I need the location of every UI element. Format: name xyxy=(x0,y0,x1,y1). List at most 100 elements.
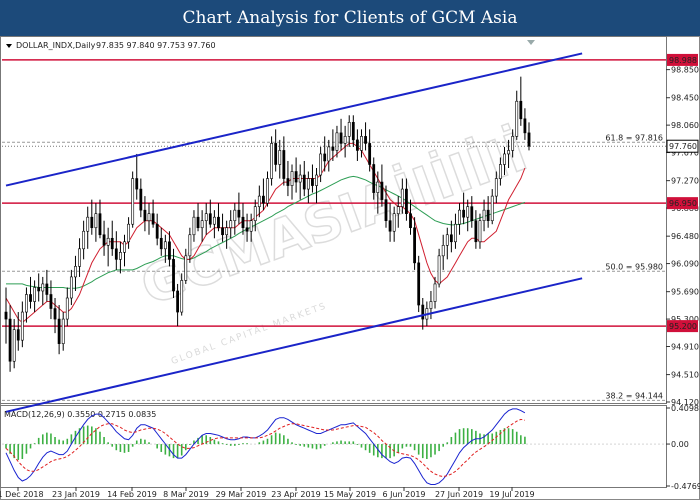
time-tick-label: 6 Jun 2019 xyxy=(382,490,425,499)
candle-body xyxy=(409,213,412,229)
candle-body xyxy=(4,311,8,320)
price-tick-label: 98.850 xyxy=(671,66,699,75)
time-tick-label: 31 Dec 2018 xyxy=(0,490,44,499)
candle-body xyxy=(490,195,494,222)
candle-body xyxy=(400,188,404,207)
candle-body xyxy=(449,234,453,243)
candle-body xyxy=(208,213,212,225)
candle-body xyxy=(45,283,49,295)
candle-body xyxy=(41,283,45,292)
candle-body xyxy=(225,227,229,236)
candle-body xyxy=(466,206,470,218)
candle-body xyxy=(249,220,253,232)
candle-body xyxy=(90,216,94,229)
title-banner: Chart Analysis for Clients of GCM Asia xyxy=(0,0,700,36)
candle-body xyxy=(200,220,204,229)
level-price-label: 96.950 xyxy=(669,199,697,208)
candle-body xyxy=(315,174,318,186)
candle-body xyxy=(106,237,110,246)
fib-level-label: 38.2 = 94.144 xyxy=(605,391,663,400)
candle-body xyxy=(360,136,363,151)
candle-body xyxy=(339,132,343,144)
candle-body xyxy=(429,301,433,309)
chart-title: DOLLAR_INDX,Daily xyxy=(16,41,96,50)
candle-body xyxy=(302,174,306,190)
candle-body xyxy=(127,223,130,243)
price-tick-label: 96.480 xyxy=(671,232,699,241)
candle-body xyxy=(37,287,41,292)
candle-body xyxy=(196,216,200,229)
candle-body xyxy=(65,297,69,320)
price-tick-label: 98.450 xyxy=(671,94,699,103)
candle-body xyxy=(245,227,249,232)
candle-body xyxy=(474,220,478,243)
candle-body xyxy=(364,136,367,144)
candle-body xyxy=(417,262,421,306)
candle-body xyxy=(69,276,73,299)
candle-body xyxy=(470,206,474,222)
candle-body xyxy=(335,132,339,151)
candle-body xyxy=(57,318,61,344)
chart-ohlc: 97.835 97.840 97.753 97.760 xyxy=(96,41,216,50)
candle-body xyxy=(437,255,441,285)
candle-body xyxy=(204,213,208,222)
candle-body xyxy=(176,290,180,313)
candle-body xyxy=(33,287,37,302)
candle-body xyxy=(217,216,220,229)
candle-body xyxy=(110,237,114,250)
candle-body xyxy=(290,171,294,186)
price-tick-label: 94.510 xyxy=(671,371,699,380)
time-tick-label: 29 Mar 2019 xyxy=(216,490,267,499)
candle-body xyxy=(445,234,449,246)
candle-body xyxy=(168,241,171,260)
time-tick-label: 14 Feb 2019 xyxy=(107,490,157,499)
candle-body xyxy=(270,143,273,179)
candle-body xyxy=(123,241,126,253)
candle-body xyxy=(372,164,376,193)
candle-body xyxy=(262,195,265,204)
candle-body xyxy=(519,100,523,120)
candle-body xyxy=(163,241,167,250)
candle-body xyxy=(237,209,241,218)
macd-title: MACD(12,26,9) 0.3550 0.2715 0.0835 xyxy=(4,410,156,419)
fib-level-label: 50.0 = 95.980 xyxy=(605,262,663,271)
candle-body xyxy=(462,209,466,218)
candle-body xyxy=(478,220,482,243)
candle-body xyxy=(82,230,86,250)
candle-body xyxy=(241,216,245,229)
candle-body xyxy=(180,280,184,313)
candle-body xyxy=(98,213,102,236)
candle-body xyxy=(454,223,457,243)
level-price-label: 95.200 xyxy=(669,322,697,331)
candle-body xyxy=(266,178,269,204)
candle-body xyxy=(298,174,302,183)
candle-body xyxy=(12,329,16,362)
candle xyxy=(417,255,421,313)
candle-body xyxy=(188,234,192,257)
candle-body xyxy=(16,329,20,341)
candle-body xyxy=(49,294,53,309)
candle-body xyxy=(147,213,151,222)
chart-canvas[interactable]: GCMASIAİӀİӀİӀİ GLOBAL CAPITAL MARKETS DO… xyxy=(0,36,700,500)
fib-level-label: 61.8 = 97.816 xyxy=(605,133,663,142)
time-tick-label: 23 Apr 2019 xyxy=(271,490,320,499)
candle-body xyxy=(458,209,461,225)
candle-body xyxy=(143,209,147,222)
candle-body xyxy=(135,178,139,190)
candle-body xyxy=(114,248,118,260)
candle-body xyxy=(20,311,24,341)
price-tick-label: 96.090 xyxy=(671,260,699,269)
candle-body xyxy=(294,171,298,183)
candle-body xyxy=(131,178,135,225)
candle-body xyxy=(274,143,278,165)
candle-body xyxy=(139,188,143,211)
candle xyxy=(270,136,273,186)
candle-body xyxy=(511,136,515,151)
last-price-label: 97.760 xyxy=(669,142,697,151)
candle-body xyxy=(368,143,372,165)
candle-body xyxy=(392,213,396,232)
candle-body xyxy=(151,213,155,225)
candle-body xyxy=(507,150,510,155)
candle-body xyxy=(155,223,159,239)
candle-body xyxy=(503,153,506,165)
